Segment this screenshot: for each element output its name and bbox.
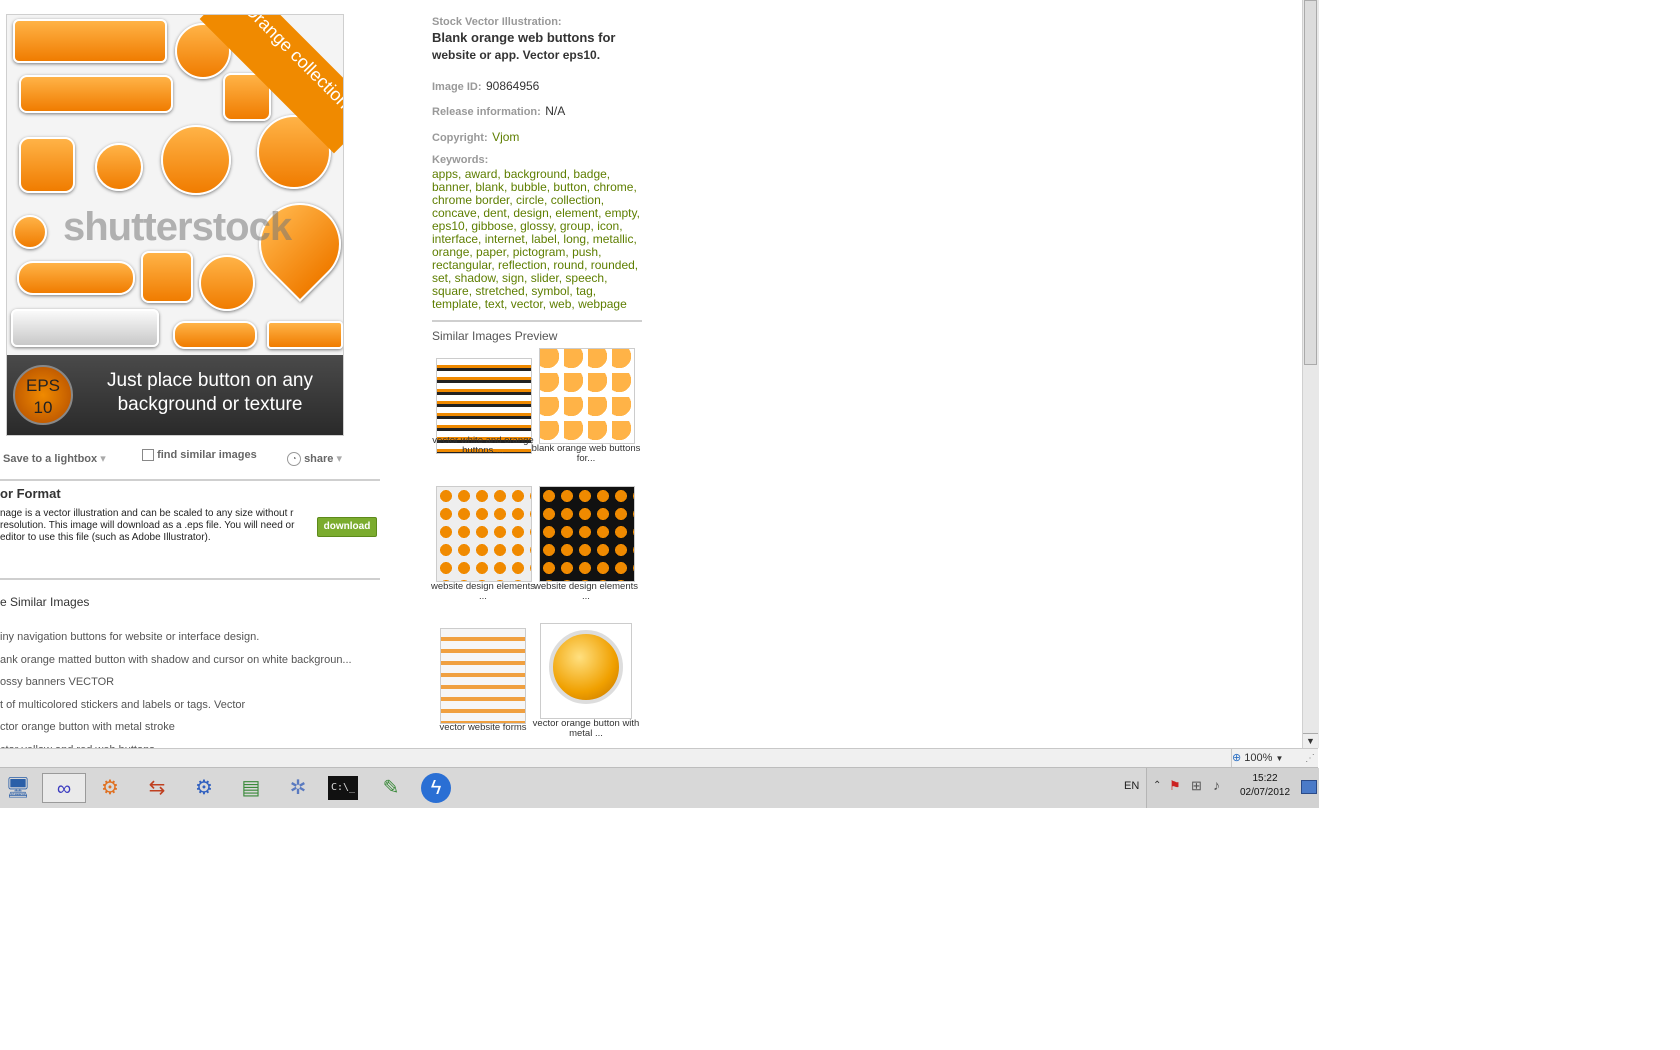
zoom-control[interactable]: ⊕ 100% ▼	[1231, 749, 1302, 767]
release-row: Release information: N/A	[432, 102, 565, 120]
similar-images-heading: e Similar Images	[0, 595, 90, 609]
scroll-down-arrow-icon[interactable]: ▼	[1303, 733, 1318, 748]
eps-badge: EPS 10	[13, 365, 73, 425]
keywords-list[interactable]: apps, award, background, badge, banner, …	[432, 168, 642, 311]
books-icon[interactable]: ▤	[235, 773, 267, 803]
taskbar: 🖥 ∞ ⚙ ⇆ ⚙ ▤ ✲ C:\_ ✎ ϟ EN ⌃ ⚑ ⊞ ♪ 15:22 …	[0, 767, 1319, 808]
save-to-lightbox-link[interactable]: Save to a lightbox ▾	[3, 452, 106, 465]
similar-image-link[interactable]: ctor yellow and red web buttons	[0, 739, 352, 749]
network-icon[interactable]: ⊞	[1191, 778, 1202, 794]
network-computer-icon[interactable]: 🖥	[2, 773, 34, 803]
share-icon: ◔	[287, 452, 301, 467]
preview-image[interactable]: Orange collection shutterstock EPS 10 Ju…	[6, 14, 344, 436]
chevron-down-icon: ▼	[1275, 754, 1284, 763]
watermark: shutterstock	[63, 205, 292, 249]
thunderbolt-icon[interactable]: ϟ	[421, 773, 451, 803]
slider-shape	[267, 321, 343, 349]
find-similar-checkbox[interactable]	[142, 449, 154, 462]
similar-thumbnail[interactable]	[539, 348, 635, 444]
image-id-label: Image ID:	[432, 81, 482, 93]
eps-badge-top: EPS	[25, 376, 61, 395]
share-link[interactable]: ◔ share ▾	[287, 452, 343, 467]
zoom-icon: ⊕	[1232, 752, 1242, 764]
format-description: nage is a vector illustration and can be…	[0, 508, 295, 543]
status-bar: ⊕ 100% ▼ ⋰	[0, 748, 1318, 767]
similar-caption[interactable]: blank orange web buttons for...	[531, 444, 641, 464]
find-similar-label: find similar images	[157, 449, 257, 461]
divider	[432, 320, 642, 322]
similar-image-link[interactable]: ank orange matted button with shadow and…	[0, 649, 352, 672]
wide-button-shape	[19, 75, 173, 113]
share-label: share	[304, 453, 334, 465]
image-id-value: 90864956	[485, 79, 540, 93]
similar-image-link[interactable]: ctor orange button with metal stroke	[0, 716, 352, 739]
eps-banner: EPS 10 Just place button on any backgrou…	[7, 355, 343, 435]
similar-preview-heading: Similar Images Preview	[432, 329, 558, 343]
similar-thumbnail[interactable]	[440, 628, 526, 724]
copyright-label: Copyright:	[432, 132, 488, 144]
flag-icon[interactable]: ⚑	[1169, 778, 1181, 794]
resize-grip-icon[interactable]: ⋰	[1305, 753, 1317, 765]
scrollbar-thumb[interactable]	[1304, 0, 1317, 365]
zoom-level: 100%	[1244, 752, 1273, 764]
transfer-icon[interactable]: ⇆	[141, 773, 173, 803]
speech-bubble-shape	[141, 251, 193, 303]
arrow-button-shape	[13, 19, 167, 63]
seal-shape	[199, 255, 255, 311]
volume-icon[interactable]: ♪	[1213, 777, 1220, 793]
show-desktop-icon[interactable]	[1301, 780, 1317, 794]
image-type-label: Stock Vector Illustration:	[432, 16, 562, 28]
similar-thumbnail[interactable]	[540, 623, 632, 719]
clock-time: 15:22	[1252, 773, 1278, 784]
vertical-scrollbar[interactable]: ▼	[1302, 0, 1319, 748]
divider	[0, 479, 380, 481]
similar-image-link[interactable]: ossy banners VECTOR	[0, 671, 352, 694]
format-heading: or Format	[0, 486, 61, 501]
release-value: N/A	[545, 104, 566, 118]
similar-caption[interactable]: vector orange button with metal ...	[531, 719, 641, 739]
similar-thumbnail[interactable]	[539, 486, 635, 582]
save-label: Save to a lightbox	[3, 453, 98, 465]
eps-badge-bottom: 10	[33, 398, 53, 417]
similar-caption[interactable]: vector white and orange buttons ...	[428, 436, 538, 456]
grey-arrow-shape	[11, 309, 159, 347]
command-prompt-icon[interactable]: C:\_	[328, 776, 358, 800]
similar-images-list: iny navigation buttons for website or in…	[0, 626, 352, 748]
clock[interactable]: 15:22 02/07/2012	[1233, 772, 1297, 800]
image-title-line2: website or app. Vector eps10.	[432, 48, 601, 62]
release-label: Release information:	[432, 106, 541, 118]
square-button-shape	[19, 137, 75, 193]
image-id-row: Image ID: 90864956	[432, 77, 539, 95]
eps-caption: Just place button on any background or t…	[107, 370, 313, 415]
similar-image-link[interactable]: t of multicolored stickers and labels or…	[0, 694, 352, 717]
language-indicator[interactable]: EN	[1124, 780, 1139, 792]
find-similar-option[interactable]: find similar images	[142, 449, 257, 462]
notepad-chart-icon[interactable]: ✎	[375, 773, 407, 803]
app-icon[interactable]: ⚙	[94, 773, 126, 803]
round-button-shape	[95, 143, 143, 191]
divider	[0, 578, 380, 580]
settings-icon[interactable]: ✲	[282, 773, 314, 803]
similar-caption[interactable]: website design elements ...	[428, 582, 538, 602]
infinity-app-icon[interactable]: ∞	[42, 773, 86, 803]
copyright-link[interactable]: Vjom	[492, 130, 519, 144]
chevron-down-icon: ▾	[336, 453, 343, 465]
similar-thumbnail[interactable]	[436, 486, 532, 582]
gears-icon[interactable]: ⚙	[188, 773, 220, 803]
chevron-up-icon[interactable]: ⌃	[1153, 780, 1161, 791]
similar-caption[interactable]: vector website forms	[428, 723, 538, 733]
keywords-label: Keywords:	[432, 154, 489, 166]
download-button[interactable]: download	[317, 517, 377, 537]
round-button-shape	[13, 215, 47, 249]
image-title: Blank orange web buttons for	[432, 30, 616, 45]
chevron-down-icon: ▾	[100, 453, 106, 465]
round-button-shape	[161, 125, 231, 195]
clock-date: 02/07/2012	[1239, 787, 1291, 798]
copyright-row: Copyright: Vjom	[432, 128, 519, 146]
similar-image-link[interactable]: iny navigation buttons for website or in…	[0, 626, 352, 649]
pill-button-shape	[17, 261, 135, 295]
similar-caption[interactable]: website design elements ...	[531, 582, 641, 602]
system-tray: ⌃ ⚑ ⊞ ♪ 15:22 02/07/2012	[1146, 768, 1319, 808]
toggle-shape	[173, 321, 257, 349]
